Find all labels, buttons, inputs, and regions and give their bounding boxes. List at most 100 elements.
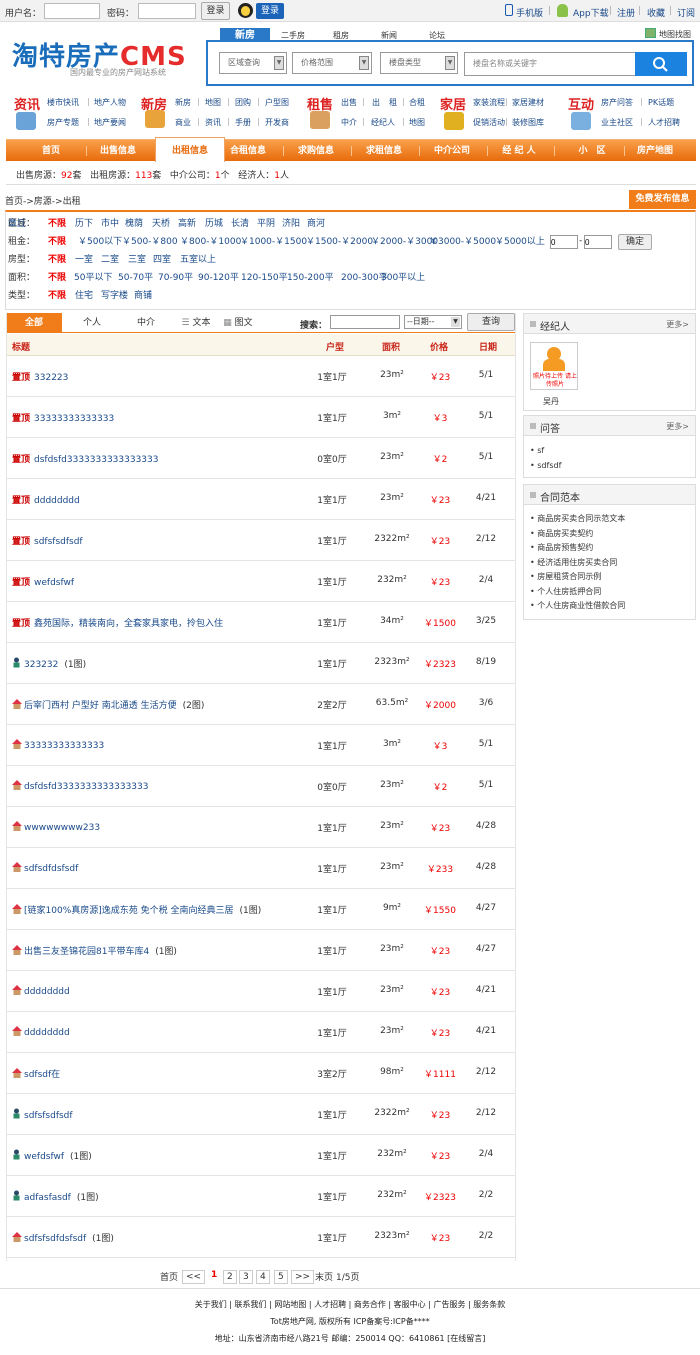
filter-option[interactable]: 住宅 xyxy=(75,290,93,302)
listing-title-text[interactable]: 33333333333333 xyxy=(24,741,104,751)
nav-link[interactable]: 出 xyxy=(372,97,380,108)
listing-title-text[interactable]: sdfsfsdfsdf xyxy=(34,537,83,547)
listing-title[interactable]: 后宰门西村 户型好 南北通透 生活方便 (2图) xyxy=(12,698,204,711)
filter-option[interactable]: 90-120平 xyxy=(198,272,239,284)
listing-title[interactable]: 出售三友圣锦花园81平带车库4 (1图) xyxy=(12,944,177,957)
query-button[interactable]: 查询 xyxy=(467,313,515,331)
filter-option[interactable]: 150-200平 xyxy=(287,272,334,284)
filter-option[interactable]: 不限 xyxy=(48,272,66,284)
listing-title-text[interactable]: 323232 xyxy=(24,660,58,670)
nav-home[interactable]: 首页 xyxy=(16,140,86,162)
next-page[interactable]: >> xyxy=(291,1270,315,1284)
listing-title-text[interactable]: 后宰门西村 户型好 南北通透 生活方便 xyxy=(24,701,177,711)
listing-title[interactable]: 置顶 sdfsfsdfsdf xyxy=(12,534,83,547)
contract-item[interactable]: • 经济适用住房买卖合同 xyxy=(530,556,625,571)
contract-item[interactable]: • 商品房买卖合同示范文本 xyxy=(530,512,625,527)
listing-title[interactable]: sdfsdf在 xyxy=(12,1067,60,1080)
listing-title-text[interactable]: 鑫苑国际，精装南向，全套家具家电，拎包入住 xyxy=(34,619,223,629)
filter-option[interactable]: 五室以上 xyxy=(180,254,216,266)
table-row[interactable]: 置顶 dsfdsfd3333333333333333 0室0厅 23m² ￥2 5/1 xyxy=(6,438,516,479)
qa-item[interactable]: • sf xyxy=(530,444,561,459)
filter-option[interactable]: ￥2000-￥3000 xyxy=(371,236,438,248)
filter-option[interactable]: 不限 xyxy=(48,254,66,266)
register-link[interactable]: 注册 xyxy=(617,6,635,19)
tab-all[interactable]: 全部 xyxy=(6,313,62,333)
subscribe-link[interactable]: 订阅 xyxy=(677,6,695,19)
page-3[interactable]: 3 xyxy=(239,1270,253,1284)
listing-title-text[interactable]: wefdsfwf xyxy=(24,1152,64,1162)
nav-link[interactable]: 家装流程 xyxy=(473,97,505,108)
nav-link[interactable]: 房产问答 xyxy=(601,97,633,108)
agent-more-link[interactable]: 更多> xyxy=(666,319,689,330)
listing-title[interactable]: sdfsdfdsfsdf xyxy=(12,862,78,874)
nav-link[interactable]: 地产人物 xyxy=(94,97,126,108)
table-row[interactable]: 置顶 332223 1室1厅 23m² ￥23 5/1 xyxy=(6,356,516,397)
filter-option[interactable]: ￥5000以上 xyxy=(495,236,545,248)
table-row[interactable]: adfasfasdf (1图) 1室1厅 232m² ￥2323 2/2 xyxy=(6,1176,516,1217)
tab-text[interactable]: ☰ 文本 xyxy=(178,313,214,333)
password-input[interactable] xyxy=(138,3,196,19)
cat-news[interactable]: 资讯 xyxy=(14,94,40,113)
nav-link[interactable]: 人才招聘 xyxy=(648,117,680,128)
listing-title-text[interactable]: sdfsfsdfdsfsdf xyxy=(24,1234,86,1244)
listing-title[interactable]: dddddddd xyxy=(12,985,70,997)
login-button[interactable]: 登录 xyxy=(201,2,230,20)
nav-link[interactable]: 租 xyxy=(389,97,397,108)
first-page[interactable]: 首页 xyxy=(160,1270,178,1283)
agent-name[interactable]: 吴丹 xyxy=(543,396,559,407)
listing-title-text[interactable]: 33333333333333 xyxy=(34,414,114,424)
table-row[interactable]: 置顶 鑫苑国际，精装南向，全套家具家电，拎包入住 1室1厅 34m² ￥1500 3/25 xyxy=(6,602,516,643)
nav-link[interactable]: 业主社区 xyxy=(601,117,633,128)
nav-link[interactable]: 中介 xyxy=(341,117,357,128)
confirm-button[interactable]: 确定 xyxy=(618,234,652,250)
listing-title[interactable]: 置顶 dsfdsfd3333333333333333 xyxy=(12,452,159,465)
filter-option[interactable]: ￥500以下 xyxy=(78,236,122,248)
nav-agent[interactable]: 经 纪 人 xyxy=(484,140,554,162)
filter-option[interactable]: 不限 xyxy=(48,218,66,230)
table-row[interactable]: sdfsfsdfdsfsdf (1图) 1室1厅 2323m² ￥23 2/2 xyxy=(6,1217,516,1258)
filter-option[interactable]: 300平以上 xyxy=(381,272,425,284)
search-button[interactable] xyxy=(635,52,687,76)
table-row[interactable]: 置顶 33333333333333 1室1厅 3m² ￥3 5/1 xyxy=(6,397,516,438)
nav-link[interactable]: 团购 xyxy=(235,97,251,108)
qa-item[interactable]: • sdfsdf xyxy=(530,459,561,474)
listing-title[interactable]: sdfsfsdfdsfsdf (1图) xyxy=(12,1231,114,1244)
nav-link[interactable]: 户型图 xyxy=(265,97,289,108)
filter-option[interactable]: 不限 xyxy=(48,290,66,302)
filter-option[interactable]: 写字楼 xyxy=(101,290,128,302)
nav-link[interactable]: 家居建材 xyxy=(512,97,544,108)
filter-option[interactable]: 50平以下 xyxy=(74,272,112,284)
contract-item[interactable]: • 商品房预售契约 xyxy=(530,541,625,556)
table-row[interactable]: 置顶 sdfsfsdfsdf 1室1厅 2322m² ￥23 2/12 xyxy=(6,520,516,561)
listing-title[interactable]: adfasfasdf (1图) xyxy=(12,1190,99,1203)
filter-option[interactable]: ￥800-￥1000 xyxy=(180,236,241,248)
nav-link[interactable]: 资讯 xyxy=(205,117,221,128)
listing-title[interactable]: sdfsfsdfsdf xyxy=(12,1108,73,1121)
listing-title[interactable]: 323232 (1图) xyxy=(12,657,86,670)
table-row[interactable]: 323232 (1图) 1室1厅 2323m² ￥2323 8/19 xyxy=(6,643,516,684)
filter-option[interactable]: 120-150平 xyxy=(241,272,288,284)
listing-title-text[interactable]: dddddddd xyxy=(34,496,80,506)
contract-item[interactable]: • 个人住房商业性借款合同 xyxy=(530,599,625,614)
tab-agency[interactable]: 中介 xyxy=(118,313,174,333)
nav-link[interactable]: 手册 xyxy=(235,117,251,128)
prev-page[interactable]: << xyxy=(182,1270,206,1284)
filter-option[interactable]: 长清 xyxy=(231,218,249,230)
table-row[interactable]: dddddddd 1室1厅 23m² ￥23 4/21 xyxy=(6,971,516,1012)
qq-login-button[interactable]: 登录 xyxy=(256,3,284,19)
filter-option[interactable]: 70-90平 xyxy=(158,272,193,284)
price-select[interactable]: 价格范围 ▼ xyxy=(292,52,372,74)
listing-title-text[interactable]: adfasfasdf xyxy=(24,1193,71,1203)
nav-map[interactable]: 房产地图 xyxy=(620,140,690,162)
contract-item[interactable]: • 个人住房抵押合同 xyxy=(530,585,625,600)
listing-title[interactable]: wwwwwwww233 xyxy=(12,821,100,833)
nav-link[interactable]: 新房 xyxy=(175,97,191,108)
listing-title[interactable]: wefdsfwf (1图) xyxy=(12,1149,92,1162)
listing-title[interactable]: 33333333333333 xyxy=(12,739,104,751)
filter-option[interactable]: 一室 xyxy=(75,254,93,266)
filter-option[interactable]: 二室 xyxy=(101,254,119,266)
filter-option[interactable]: 四室 xyxy=(153,254,171,266)
nav-link[interactable]: 合租 xyxy=(409,97,425,108)
listing-title[interactable]: 置顶 332223 xyxy=(12,370,68,383)
tab-pictext[interactable]: ▦ 图文 xyxy=(218,313,258,333)
